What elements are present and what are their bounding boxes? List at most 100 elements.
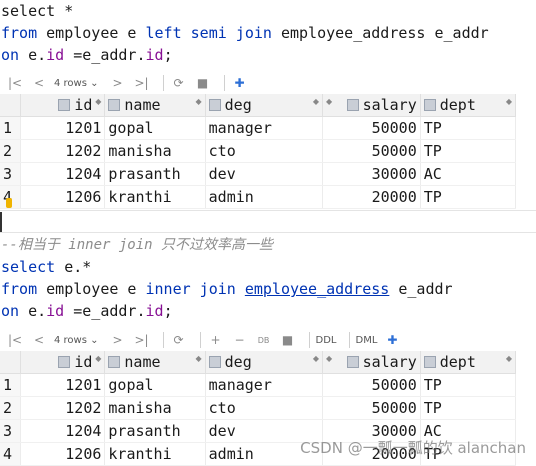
row-number: 1 bbox=[0, 116, 21, 140]
query2-line2: from employee e inner join employee_addr… bbox=[1, 278, 453, 300]
column-icon bbox=[58, 99, 71, 111]
column-header[interactable]: name ◆ bbox=[104, 94, 206, 117]
cell-deg[interactable]: cto bbox=[205, 139, 324, 163]
pin-tab-icon[interactable]: ✚ bbox=[383, 330, 401, 350]
row-count[interactable]: 4 rows ⌄ bbox=[54, 78, 99, 89]
cell-dept[interactable]: TP bbox=[420, 116, 517, 140]
db-icon[interactable]: DB bbox=[255, 330, 273, 350]
cell-salary[interactable]: 50000 bbox=[322, 139, 421, 163]
result-toolbar-1: |< < 4 rows ⌄ > >| ⟳ ■ ✚ bbox=[0, 70, 536, 96]
cell-name[interactable]: prasanth bbox=[104, 419, 206, 443]
sort-icon[interactable]: ◆ bbox=[313, 354, 319, 363]
ddl-button[interactable]: DDL bbox=[316, 330, 337, 350]
sort-icon[interactable]: ◆ bbox=[506, 354, 512, 363]
cell-name[interactable]: kranthi bbox=[104, 185, 206, 209]
column-header[interactable]: salary ◆ bbox=[322, 351, 421, 374]
watermark: CSDN @一瓢一瓢的饮 alanchan bbox=[300, 439, 526, 457]
last-page-icon[interactable]: >| bbox=[133, 73, 151, 93]
cell-dept[interactable]: AC bbox=[420, 162, 517, 186]
column-label: id bbox=[74, 96, 93, 114]
cell-name[interactable]: gopal bbox=[104, 373, 206, 397]
table-row[interactable]: 1 1201 gopal manager 50000 TP bbox=[0, 373, 517, 397]
first-page-icon[interactable]: |< bbox=[6, 73, 24, 93]
pin-tab-icon[interactable]: ✚ bbox=[231, 73, 249, 93]
stop-icon[interactable]: ■ bbox=[279, 330, 297, 350]
query1-line3: on e.id =e_addr.id; bbox=[1, 44, 173, 66]
cell-dept[interactable]: TP bbox=[420, 185, 517, 209]
column-header[interactable]: dept ◆ bbox=[420, 351, 517, 374]
cell-salary[interactable]: 50000 bbox=[322, 396, 421, 420]
next-page-icon[interactable]: > bbox=[109, 330, 127, 350]
column-label: dept bbox=[439, 96, 476, 114]
cell-id[interactable]: 1201 bbox=[20, 116, 106, 140]
row-number: 2 bbox=[0, 139, 21, 163]
code-text: =e_addr. bbox=[64, 46, 146, 64]
column-header[interactable]: id ◆ bbox=[20, 94, 106, 117]
cell-deg[interactable]: dev bbox=[205, 162, 324, 186]
table-row[interactable]: 1 1201 gopal manager 50000 TP bbox=[0, 116, 517, 140]
delete-row-icon[interactable]: − bbox=[231, 330, 249, 350]
cell-name[interactable]: prasanth bbox=[104, 162, 206, 186]
query1-line1: select * bbox=[1, 2, 74, 20]
table-row[interactable]: 3 1204 prasanth dev 30000 AC bbox=[0, 162, 517, 186]
column-label: deg bbox=[224, 353, 252, 371]
sort-icon[interactable]: ◆ bbox=[196, 354, 202, 363]
field-ref: id bbox=[145, 46, 164, 64]
column-header[interactable]: deg ◆ bbox=[205, 351, 324, 374]
first-page-icon[interactable]: |< bbox=[6, 330, 24, 350]
cell-id[interactable]: 1206 bbox=[20, 185, 106, 209]
cell-deg[interactable]: cto bbox=[205, 396, 324, 420]
cell-dept[interactable]: TP bbox=[420, 396, 517, 420]
cell-name[interactable]: manisha bbox=[104, 396, 206, 420]
cell-deg[interactable]: manager bbox=[205, 116, 324, 140]
cell-dept[interactable]: TP bbox=[420, 139, 517, 163]
cell-salary[interactable]: 50000 bbox=[322, 116, 421, 140]
last-page-icon[interactable]: >| bbox=[133, 330, 151, 350]
cell-name[interactable]: gopal bbox=[104, 116, 206, 140]
cell-dept[interactable]: TP bbox=[420, 373, 517, 397]
sort-icon[interactable]: ◆ bbox=[506, 97, 512, 106]
column-header[interactable]: name ◆ bbox=[104, 351, 206, 374]
column-header[interactable]: salary ◆ bbox=[322, 94, 421, 117]
sort-icon[interactable]: ◆ bbox=[313, 97, 319, 106]
cell-deg[interactable]: manager bbox=[205, 373, 324, 397]
add-row-icon[interactable]: + bbox=[207, 330, 225, 350]
sort-icon[interactable]: ◆ bbox=[326, 354, 332, 363]
cell-deg[interactable]: admin bbox=[205, 185, 324, 209]
row-count[interactable]: 4 rows ⌄ bbox=[54, 335, 99, 346]
cell-salary[interactable]: 20000 bbox=[322, 185, 421, 209]
column-header[interactable]: id ◆ bbox=[20, 351, 106, 374]
sort-icon[interactable]: ◆ bbox=[95, 97, 101, 106]
cell-salary[interactable]: 50000 bbox=[322, 373, 421, 397]
refresh-icon[interactable]: ⟳ bbox=[170, 330, 188, 350]
refresh-icon[interactable]: ⟳ bbox=[170, 73, 188, 93]
prev-page-icon[interactable]: < bbox=[30, 330, 48, 350]
cell-id[interactable]: 1204 bbox=[20, 419, 106, 443]
table-row[interactable]: 2 1202 manisha cto 50000 TP bbox=[0, 139, 517, 163]
column-header[interactable]: deg ◆ bbox=[205, 94, 324, 117]
table-row[interactable]: 2 1202 manisha cto 50000 TP bbox=[0, 396, 517, 420]
prev-page-icon[interactable]: < bbox=[30, 73, 48, 93]
next-page-icon[interactable]: > bbox=[109, 73, 127, 93]
cell-id[interactable]: 1201 bbox=[20, 373, 106, 397]
separator bbox=[223, 75, 225, 91]
code-text: e.* bbox=[55, 258, 92, 276]
sort-icon[interactable]: ◆ bbox=[326, 97, 332, 106]
sort-icon[interactable]: ◆ bbox=[95, 354, 101, 363]
sort-icon[interactable]: ◆ bbox=[196, 97, 202, 106]
cell-id[interactable]: 1206 bbox=[20, 442, 106, 466]
cell-salary[interactable]: 30000 bbox=[322, 162, 421, 186]
column-icon bbox=[108, 99, 121, 111]
cell-id[interactable]: 1202 bbox=[20, 139, 106, 163]
column-header[interactable]: dept ◆ bbox=[420, 94, 517, 117]
table-link[interactable]: employee_address bbox=[245, 280, 390, 298]
row-number: 3 bbox=[0, 162, 21, 186]
table-row[interactable]: 4 1206 kranthi admin 20000 TP bbox=[0, 185, 517, 209]
cell-id[interactable]: 1204 bbox=[20, 162, 106, 186]
cell-id[interactable]: 1202 bbox=[20, 396, 106, 420]
stop-icon[interactable]: ■ bbox=[194, 73, 212, 93]
dml-button[interactable]: DML bbox=[356, 330, 378, 350]
cell-name[interactable]: kranthi bbox=[104, 442, 206, 466]
code-text: ; bbox=[163, 302, 173, 320]
cell-name[interactable]: manisha bbox=[104, 139, 206, 163]
